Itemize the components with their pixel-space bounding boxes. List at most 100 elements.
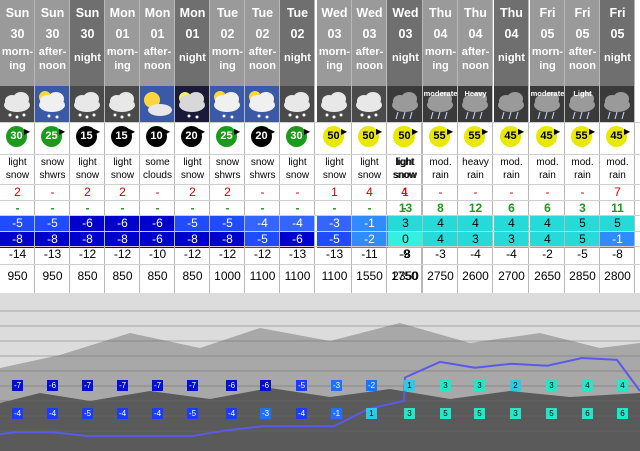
forecast-column: Sun 30 night 15 ▶ light snow 2- -6 -8 -12 850 [70, 0, 105, 293]
column-divider [634, 0, 635, 293]
wind-direction-arrow-icon: ▶ [624, 127, 631, 136]
freezing-level-cell: 850 [147, 269, 168, 283]
weather-summary: light snow [317, 156, 352, 182]
day-label: Wed [392, 6, 419, 20]
wind-direction-arrow-icon: ▶ [341, 127, 348, 136]
wind-indicator: 55 ▶ [571, 126, 595, 148]
day-label: Fri [574, 6, 591, 20]
forecast-column: Wed 03 after-noon 50 ▶ light snow 4- -1 -2 -11 1550 [352, 0, 387, 293]
day-label: Mon [144, 6, 171, 20]
wind-direction-arrow-icon: ▶ [412, 127, 419, 136]
date-label: 04 [433, 27, 448, 41]
rain-cloud-icon [494, 86, 529, 122]
wind-chill-cell: -12 [78, 247, 97, 261]
weather-summary-line: some [145, 157, 170, 168]
wind-indicator: 50▶ [358, 126, 382, 148]
period-line: night [498, 52, 525, 64]
weather-summary-line: light [78, 157, 97, 168]
period-label: night [494, 51, 529, 65]
wind-direction-arrow-icon: ▶ [59, 127, 66, 136]
wind-direction-arrow-icon: ▶ [518, 127, 525, 136]
freezing-level-cell: 950 [7, 269, 28, 283]
day-label: Tue [251, 6, 274, 20]
wind-direction-arrow-icon: ▶ [269, 127, 276, 136]
column-divider [528, 0, 529, 293]
wind-indicator: 30 ▶ [286, 126, 310, 148]
column-divider [314, 0, 315, 293]
wind-indicator: 30 ▶ [6, 126, 30, 148]
graph-upper-temp: 4 [617, 380, 628, 391]
weather-summary-line: mod. [571, 157, 594, 168]
graph-lower-temp: 6 [582, 408, 593, 419]
wind-indicator: 20 ▶ [251, 126, 275, 148]
freezing-level-cell: 2800 [604, 269, 631, 283]
graph-lower-temp: 6 [617, 408, 628, 419]
snowfall-cell: 2 [84, 185, 91, 199]
graph-upper-temp: 4 [582, 380, 593, 391]
max-temp-cell: -5 [210, 215, 245, 232]
period-line: morn- [211, 46, 244, 58]
max-temp-cell: 3 [388, 215, 423, 232]
graph-upper-temp: -7 [12, 380, 23, 391]
date-label: 04 [504, 27, 519, 41]
weather-summary-line: mod. [429, 157, 452, 168]
graph-lower-temp: -4 [296, 408, 307, 419]
period-line: noon [144, 60, 171, 72]
period-label: after-noon [565, 45, 600, 73]
forecast-column: Wed 03 morn-ing 50 ▶ light snow 1- -3 -5 -13 1100 [317, 0, 352, 293]
max-temp-cell: 4 [530, 215, 565, 232]
freezing-level-cell: 1000 [214, 269, 241, 283]
wind-chill-cell: -8 [400, 247, 411, 261]
wind-chill-cell: -11 [361, 247, 378, 261]
wind-chill-cell: -10 [148, 247, 167, 261]
weather-summary: mod. rain [423, 156, 458, 182]
graph-upper-temp: -5 [296, 380, 307, 391]
snow-showers-sun-icon [245, 86, 280, 122]
date-label: 02 [290, 27, 305, 41]
graph-lower-temp: 3 [510, 408, 521, 419]
wind-chill-cell: -13 [325, 247, 344, 261]
max-temp-cell: 4 [494, 215, 529, 232]
wind-chill-cell: -12 [113, 247, 132, 261]
period-label: after-noon [35, 45, 70, 73]
snowfall-cell: 1 [331, 185, 338, 199]
period-label: morn-ing [530, 45, 565, 73]
graph-lower-temp: -5 [82, 408, 93, 419]
weather-summary-line: light [325, 157, 344, 168]
date-label: 30 [10, 27, 25, 41]
snow-showers-sun-icon [210, 86, 245, 122]
period-label: after-noon [458, 45, 493, 73]
wind-chill-cell: -13 [43, 247, 62, 261]
day-label: Thu [429, 6, 452, 20]
column-header: Mon 01 morn-ing [105, 0, 140, 86]
day-label: Tue [286, 6, 309, 20]
column-header: Fri 05 after-noon [565, 0, 600, 86]
wind-chill-cell: -12 [183, 247, 202, 261]
graph-lower-temp: 5 [474, 408, 485, 419]
weather-summary: light snow [352, 156, 387, 182]
weather-summary: light snow [0, 156, 35, 182]
freezing-level-cell: 1550 [356, 269, 383, 283]
graph-upper-temp: -7 [82, 380, 93, 391]
wind-indicator: 25 ▶ [41, 126, 65, 148]
rain-cloud-icon: moderate [423, 86, 458, 122]
forecast-column: Tue 02 after-noon 20 ▶ snow shwrs - - -4 -5 -12 1100 [245, 0, 280, 293]
date-label: 03 [362, 27, 377, 41]
rain-cloud-icon: Heavy [458, 86, 493, 122]
wind-indicator: 15 ▶ [111, 126, 135, 148]
max-temp-cell: 5 [600, 215, 635, 232]
weather-summary-line: light [183, 157, 202, 168]
date-label: 30 [80, 27, 95, 41]
forecast-column: Wed 03 night 50 ▶ light snow 1 13 3 0 -8 2350 [388, 0, 423, 293]
icon-intensity-label: moderate [423, 89, 458, 98]
date-label: 05 [575, 27, 590, 41]
period-label: night [70, 51, 105, 65]
weather-summary-line: snow [322, 170, 347, 181]
row-divider [0, 246, 640, 247]
date-label: 05 [610, 27, 625, 41]
column-header: Fri 05 morn-ing [530, 0, 565, 86]
wind-chill-cell: -3 [435, 247, 446, 261]
weather-summary: some clouds [140, 156, 175, 182]
column-divider [492, 0, 493, 293]
period-label: after-noon [140, 45, 175, 73]
